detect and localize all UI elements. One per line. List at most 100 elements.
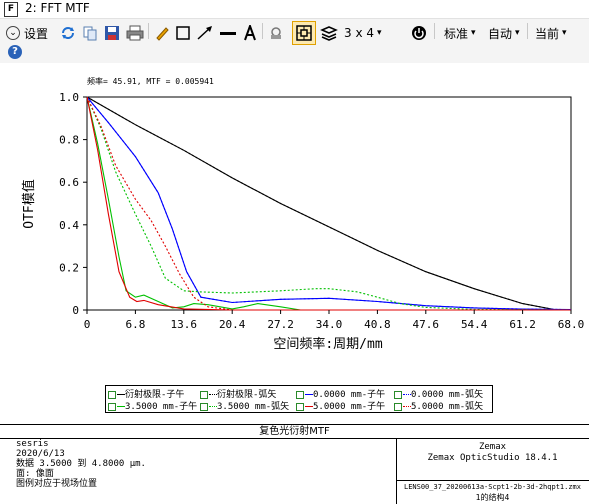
info-product: Zemax OpticStudio 18.4.1 — [427, 453, 558, 463]
legend-swatch — [305, 406, 313, 407]
legend-label: 3.5000 mm-弧矢 — [217, 402, 290, 412]
arrow-button[interactable] — [196, 23, 214, 43]
x-tick-label: 0 — [84, 318, 91, 331]
title-bar: F 2: FFT MTF — [0, 0, 589, 19]
auto-label: 自动 — [488, 26, 513, 41]
legend-checkbox — [108, 402, 116, 411]
y-tick-label: 0.6 — [59, 176, 79, 189]
current-label: 当前 — [535, 26, 560, 41]
mtf-chart: 0 6.8 13.6 20.4 27.2 34.0 40.8 47.6 54.4 61.2 68.0… — [21, 76, 584, 352]
info-title: 复色光衍射MTF — [0, 425, 589, 439]
series-line-3 — [86, 96, 572, 311]
info-config: 1的结构4 — [475, 493, 510, 502]
info-line-5: 图例对应于视场位置 — [16, 479, 98, 489]
toolbar-separator — [527, 23, 528, 39]
legend-entry: 5.0000 mm-子午 — [296, 399, 385, 412]
print-button[interactable] — [126, 23, 144, 43]
save-icon — [105, 26, 119, 40]
app-icon: F — [4, 2, 18, 17]
settings-label: 设置 — [24, 26, 49, 41]
refresh-icon — [62, 27, 74, 39]
y-tick-label: 0.2 — [59, 261, 79, 274]
legend-checkbox — [296, 390, 304, 399]
y-tick-label: 0 — [72, 304, 79, 317]
legend-checkbox — [200, 390, 208, 399]
text-a-icon — [244, 25, 256, 41]
save-button[interactable] — [104, 23, 120, 43]
series-line-8 — [86, 96, 571, 311]
x-axis-label: 空间频率:周期/mm — [273, 336, 382, 352]
y-axis-label: OTF模值 — [21, 179, 37, 228]
x-tick-label: 6.8 — [125, 318, 145, 331]
x-tick-label: 54.4 — [461, 318, 488, 331]
auto-dropdown[interactable]: 自动 — [488, 23, 520, 43]
layout-dropdown[interactable]: 3 x 4 — [344, 23, 382, 43]
x-tick-label: 68.0 — [558, 318, 585, 331]
info-line-4: 面: 像面 — [16, 469, 54, 479]
pencil-button[interactable] — [154, 23, 170, 43]
series-line-4 — [86, 96, 572, 311]
settings-button[interactable]: ⌄ 设置 — [6, 23, 48, 43]
legend-checkbox — [108, 390, 116, 399]
chart-grid — [86, 96, 572, 311]
layers-icon — [320, 26, 338, 41]
info-left: sesris 2020/6/13 数据 3.5000 到 4.8000 μm. … — [16, 439, 146, 489]
toolbar-separator — [262, 23, 263, 39]
y-tick-label: 0.8 — [59, 134, 79, 147]
info-panel: 复色光衍射MTF sesris 2020/6/13 数据 3.5000 到 4.… — [0, 424, 589, 504]
printer-icon — [126, 25, 144, 41]
legend-swatch — [209, 406, 217, 407]
standard-dropdown[interactable]: 标准 — [444, 23, 476, 43]
line-button[interactable] — [219, 23, 237, 43]
power-button[interactable] — [411, 23, 427, 43]
x-tick-label: 13.6 — [171, 318, 198, 331]
legend-swatch — [117, 406, 125, 407]
lock-button[interactable] — [268, 23, 284, 43]
chevron-down-icon: ⌄ — [6, 26, 20, 40]
legend-swatch — [117, 394, 125, 395]
legend-checkbox — [394, 402, 402, 411]
help-icon[interactable]: ? — [8, 45, 22, 59]
legend-checkbox — [200, 402, 208, 411]
info-divider — [396, 480, 589, 481]
plot-frame — [86, 96, 572, 311]
line-icon — [220, 32, 236, 35]
plot-area: 0 6.8 13.6 20.4 27.2 34.0 40.8 47.6 54.4 61.2 68.0… — [0, 63, 589, 421]
x-tick-label: 40.8 — [364, 318, 391, 331]
legend-label: 5.0000 mm-子午 — [313, 402, 386, 412]
rectangle-button[interactable] — [175, 23, 191, 43]
info-line-1: sesris — [16, 439, 49, 449]
current-dropdown[interactable]: 当前 — [535, 23, 567, 43]
arrow-icon — [197, 26, 212, 40]
toolbar-separator — [148, 23, 149, 39]
series-line-7 — [86, 96, 571, 311]
copy-button[interactable] — [82, 23, 98, 43]
series-line-2 — [86, 96, 557, 311]
layers-button[interactable] — [320, 23, 338, 43]
refresh-button[interactable] — [60, 23, 76, 43]
info-line-3: 数据 3.5000 到 4.8000 μm. — [16, 459, 146, 469]
chart-annotation: 频率= 45.91, MTF = 0.005941 — [87, 76, 214, 86]
x-tick-label: 34.0 — [316, 318, 343, 331]
y-tick-label: 1.0 — [59, 91, 79, 104]
legend-swatch — [403, 394, 411, 395]
toolbar-separator — [434, 23, 435, 39]
fit-view-icon — [296, 25, 312, 41]
legend-label: 3.5000 mm-子午 — [125, 402, 198, 412]
text-button[interactable] — [242, 23, 258, 43]
x-tick-label: 61.2 — [509, 318, 536, 331]
x-tick-label: 47.6 — [413, 318, 440, 331]
pencil-icon — [156, 27, 169, 41]
series-line-5 — [86, 96, 571, 311]
legend-entry: 3.5000 mm-弧矢 — [200, 399, 289, 412]
legend-swatch — [305, 394, 313, 395]
window-title: 2: FFT MTF — [25, 1, 90, 15]
fit-view-button[interactable] — [292, 21, 316, 45]
series-line-6 — [86, 96, 572, 311]
legend-swatch — [209, 394, 217, 395]
legend-swatch — [403, 406, 411, 407]
chart-ticks: 0 6.8 13.6 20.4 27.2 34.0 40.8 47.6 54.4 61.2 68.0… — [59, 91, 584, 331]
copy-icon — [83, 26, 97, 41]
x-tick-label: 27.2 — [267, 318, 294, 331]
legend-label: 5.0000 mm-弧矢 — [411, 402, 484, 412]
